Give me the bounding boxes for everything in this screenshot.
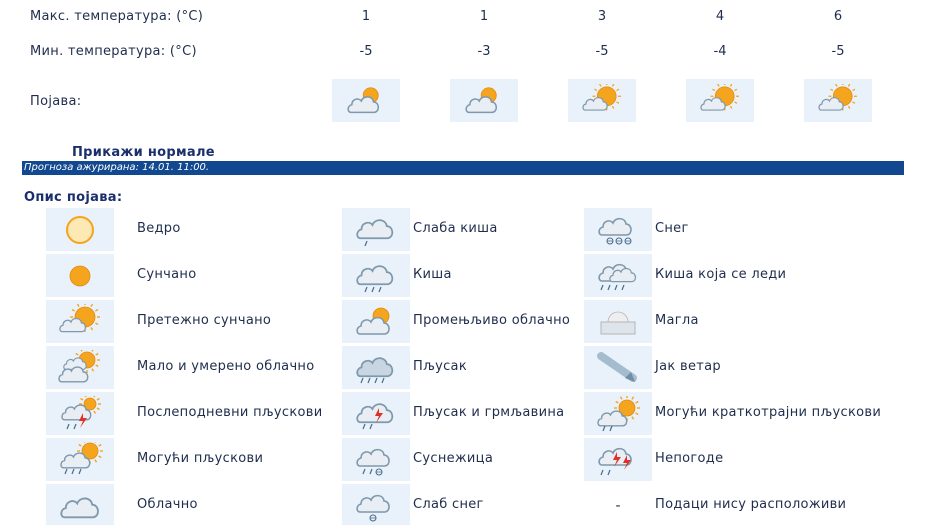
legend-label: Пљусак и грмљавина bbox=[413, 405, 565, 420]
freezing-rain-icon bbox=[584, 254, 652, 297]
sleet-icon bbox=[342, 438, 410, 481]
snow-icon bbox=[584, 208, 652, 251]
max-temp-value: 3 bbox=[597, 9, 607, 24]
sunny-icon bbox=[46, 254, 114, 297]
legend-label: Могући пљускови bbox=[137, 451, 264, 466]
max-temp-value: 1 bbox=[361, 9, 371, 24]
mostly-sunny-icon bbox=[46, 300, 114, 343]
partly-cloudy-icon bbox=[342, 300, 410, 343]
possible-short-showers-icon bbox=[584, 392, 652, 435]
partly-cloudy-icon bbox=[332, 79, 400, 122]
cloudy-icon bbox=[46, 484, 114, 525]
legend-label: Слаба киша bbox=[413, 221, 498, 236]
fog-icon bbox=[584, 300, 652, 343]
legend-label: Могући краткотрајни пљускови bbox=[655, 405, 882, 420]
legend-label: Послеподневни пљускови bbox=[137, 405, 323, 420]
legend-label: Непогоде bbox=[655, 451, 724, 466]
partly-cloudy-icon bbox=[450, 79, 518, 122]
legend-label: Магла bbox=[655, 313, 699, 328]
legend-title: Опис појава: bbox=[24, 190, 123, 205]
legend-label: Ведро bbox=[137, 221, 181, 236]
mostly-sunny-icon bbox=[804, 79, 872, 122]
thunderstorm-icon bbox=[342, 392, 410, 435]
small-moderate-cloud-icon bbox=[46, 346, 114, 389]
max-temp-value: 4 bbox=[715, 9, 725, 24]
legend-label: Киша bbox=[413, 267, 452, 282]
legend-label: Промењљиво облачно bbox=[413, 313, 571, 328]
min-temp-label: Мин. температура: (°C) bbox=[30, 44, 197, 59]
downpour-icon bbox=[342, 346, 410, 389]
max-temp-value: 1 bbox=[479, 9, 489, 24]
legend-label: Претежно сунчано bbox=[137, 313, 272, 328]
legend-label: Киша која се леди bbox=[655, 267, 787, 282]
show-normals-link[interactable]: Прикажи нормале bbox=[72, 145, 215, 160]
legend-label: Мало и умерено облачно bbox=[137, 359, 315, 374]
max-temp-label: Макс. температура: (°C) bbox=[30, 9, 204, 24]
forecast-updated-bar: Прогноза ажурирана: 14.01. 11:00. bbox=[22, 161, 904, 175]
clear-sun-icon bbox=[46, 208, 114, 251]
light-rain-icon bbox=[342, 208, 410, 251]
min-temp-value: -3 bbox=[477, 44, 491, 59]
legend-label: Слаб снег bbox=[413, 497, 484, 512]
strong-wind-icon bbox=[584, 346, 652, 389]
phenomenon-label: Појава: bbox=[30, 94, 82, 109]
light-snow-icon bbox=[342, 484, 410, 525]
max-temp-value: 6 bbox=[833, 9, 843, 24]
min-temp-value: -5 bbox=[831, 44, 845, 59]
rain-icon bbox=[342, 254, 410, 297]
severe-storm-icon bbox=[584, 438, 652, 481]
no-data-icon: - bbox=[584, 484, 652, 525]
possible-showers-icon bbox=[46, 438, 114, 481]
mostly-sunny-icon bbox=[686, 79, 754, 122]
legend-label: Јак ветар bbox=[655, 359, 721, 374]
min-temp-value: -4 bbox=[713, 44, 727, 59]
legend-label: Подаци нису расположиви bbox=[655, 497, 847, 512]
no-data-dash: - bbox=[615, 497, 621, 514]
legend-label: Суснежица bbox=[413, 451, 494, 466]
afternoon-showers-icon bbox=[46, 392, 114, 435]
legend-label: Пљусак bbox=[413, 359, 467, 374]
min-temp-value: -5 bbox=[359, 44, 373, 59]
legend-label: Облачно bbox=[137, 497, 198, 512]
min-temp-value: -5 bbox=[595, 44, 609, 59]
mostly-sunny-icon bbox=[568, 79, 636, 122]
legend-label: Сунчано bbox=[137, 267, 197, 282]
legend-label: Снег bbox=[655, 221, 689, 236]
